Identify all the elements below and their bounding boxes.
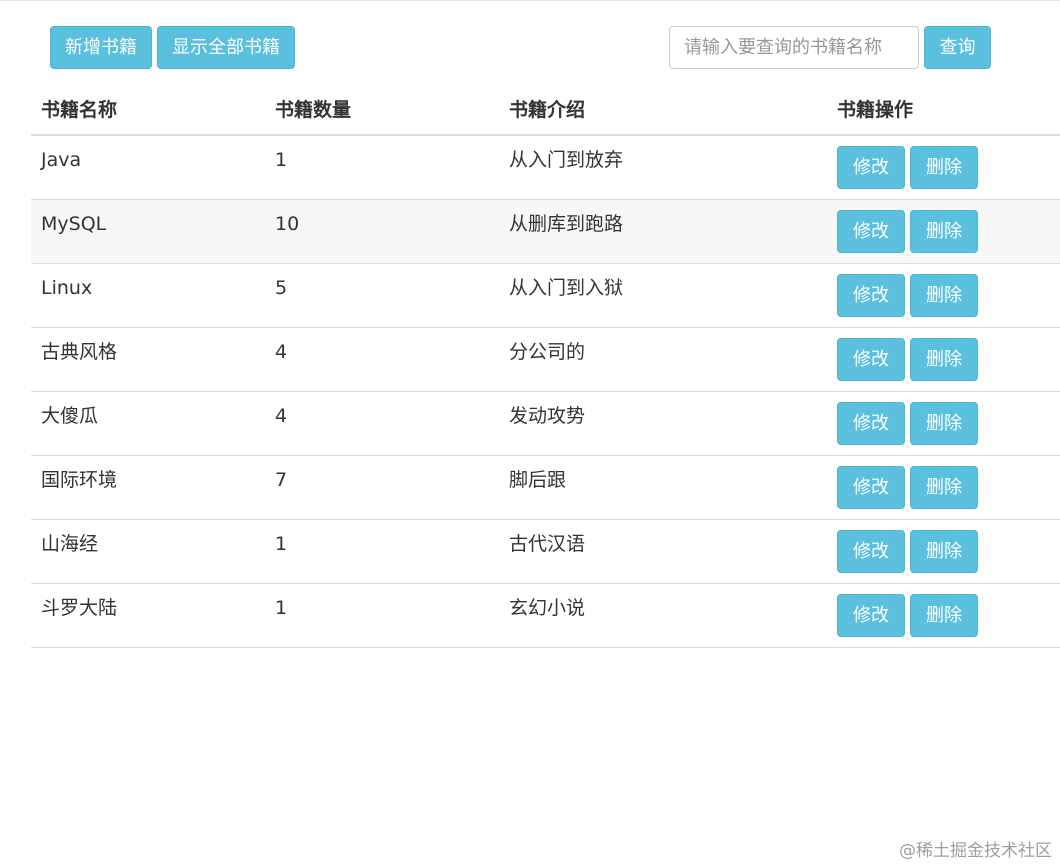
table-row: 山海经 1 古代汉语 修改 删除 bbox=[31, 520, 1060, 584]
books-table: 书籍名称 书籍数量 书籍介绍 书籍操作 Java 1 从入门到放弃 修改 删除 … bbox=[31, 88, 1060, 648]
table-row: MySQL 10 从删库到跑路 修改 删除 bbox=[31, 200, 1060, 264]
delete-button[interactable]: 删除 bbox=[910, 530, 978, 573]
book-count-cell: 4 bbox=[275, 341, 288, 363]
top-divider bbox=[0, 0, 1060, 1]
edit-button[interactable]: 修改 bbox=[837, 530, 905, 573]
table-row: Java 1 从入门到放弃 修改 删除 bbox=[31, 136, 1060, 200]
book-name-cell: 大傻瓜 bbox=[41, 405, 99, 427]
table-row: Linux 5 从入门到入狱 修改 删除 bbox=[31, 264, 1060, 328]
edit-button[interactable]: 修改 bbox=[837, 210, 905, 253]
table-row: 斗罗大陆 1 玄幻小说 修改 删除 bbox=[31, 584, 1060, 648]
delete-button[interactable]: 删除 bbox=[910, 146, 978, 189]
book-name-cell: Java bbox=[41, 149, 82, 171]
delete-button[interactable]: 删除 bbox=[910, 338, 978, 381]
book-description-cell: 古代汉语 bbox=[509, 533, 586, 555]
book-count-cell: 4 bbox=[275, 405, 288, 427]
delete-button[interactable]: 删除 bbox=[910, 402, 978, 445]
edit-button[interactable]: 修改 bbox=[837, 466, 905, 509]
table-row: 国际环境 7 脚后跟 修改 删除 bbox=[31, 456, 1060, 520]
column-header-count: 书籍数量 bbox=[275, 99, 352, 121]
book-name-cell: MySQL bbox=[41, 213, 107, 235]
book-count-cell: 7 bbox=[275, 469, 288, 491]
book-count-cell: 5 bbox=[275, 277, 288, 299]
book-count-cell: 10 bbox=[275, 213, 300, 235]
delete-button[interactable]: 删除 bbox=[910, 274, 978, 317]
show-all-books-button[interactable]: 显示全部书籍 bbox=[157, 26, 295, 69]
add-book-button[interactable]: 新增书籍 bbox=[50, 26, 152, 69]
delete-button[interactable]: 删除 bbox=[910, 210, 978, 253]
book-name-cell: 山海经 bbox=[41, 533, 99, 555]
table-row: 古典风格 4 分公司的 修改 删除 bbox=[31, 328, 1060, 392]
book-count-cell: 1 bbox=[275, 533, 288, 555]
book-description-cell: 脚后跟 bbox=[509, 469, 567, 491]
book-description-cell: 分公司的 bbox=[509, 341, 586, 363]
edit-button[interactable]: 修改 bbox=[837, 274, 905, 317]
book-count-cell: 1 bbox=[275, 597, 288, 619]
query-button[interactable]: 查询 bbox=[924, 26, 991, 69]
column-header-name: 书籍名称 bbox=[41, 99, 118, 121]
delete-button[interactable]: 删除 bbox=[910, 466, 978, 509]
edit-button[interactable]: 修改 bbox=[837, 338, 905, 381]
book-description-cell: 从入门到放弃 bbox=[509, 149, 624, 171]
site-watermark: @稀土掘金技术社区 bbox=[899, 841, 1052, 861]
book-description-cell: 玄幻小说 bbox=[509, 597, 586, 619]
book-name-cell: 斗罗大陆 bbox=[41, 597, 118, 619]
book-name-cell: 国际环境 bbox=[41, 469, 118, 491]
book-description-cell: 从删库到跑路 bbox=[509, 213, 624, 235]
book-name-cell: Linux bbox=[41, 277, 93, 299]
edit-button[interactable]: 修改 bbox=[837, 594, 905, 637]
column-header-description: 书籍介绍 bbox=[509, 99, 586, 121]
edit-button[interactable]: 修改 bbox=[837, 146, 905, 189]
book-count-cell: 1 bbox=[275, 149, 288, 171]
book-search-input[interactable] bbox=[669, 26, 919, 69]
table-header: 书籍名称 书籍数量 书籍介绍 书籍操作 bbox=[31, 88, 1060, 136]
book-description-cell: 从入门到入狱 bbox=[509, 277, 624, 299]
column-header-actions: 书籍操作 bbox=[837, 99, 914, 121]
delete-button[interactable]: 删除 bbox=[910, 594, 978, 637]
book-name-cell: 古典风格 bbox=[41, 341, 118, 363]
edit-button[interactable]: 修改 bbox=[837, 402, 905, 445]
book-description-cell: 发动攻势 bbox=[509, 405, 586, 427]
table-row: 大傻瓜 4 发动攻势 修改 删除 bbox=[31, 392, 1060, 456]
